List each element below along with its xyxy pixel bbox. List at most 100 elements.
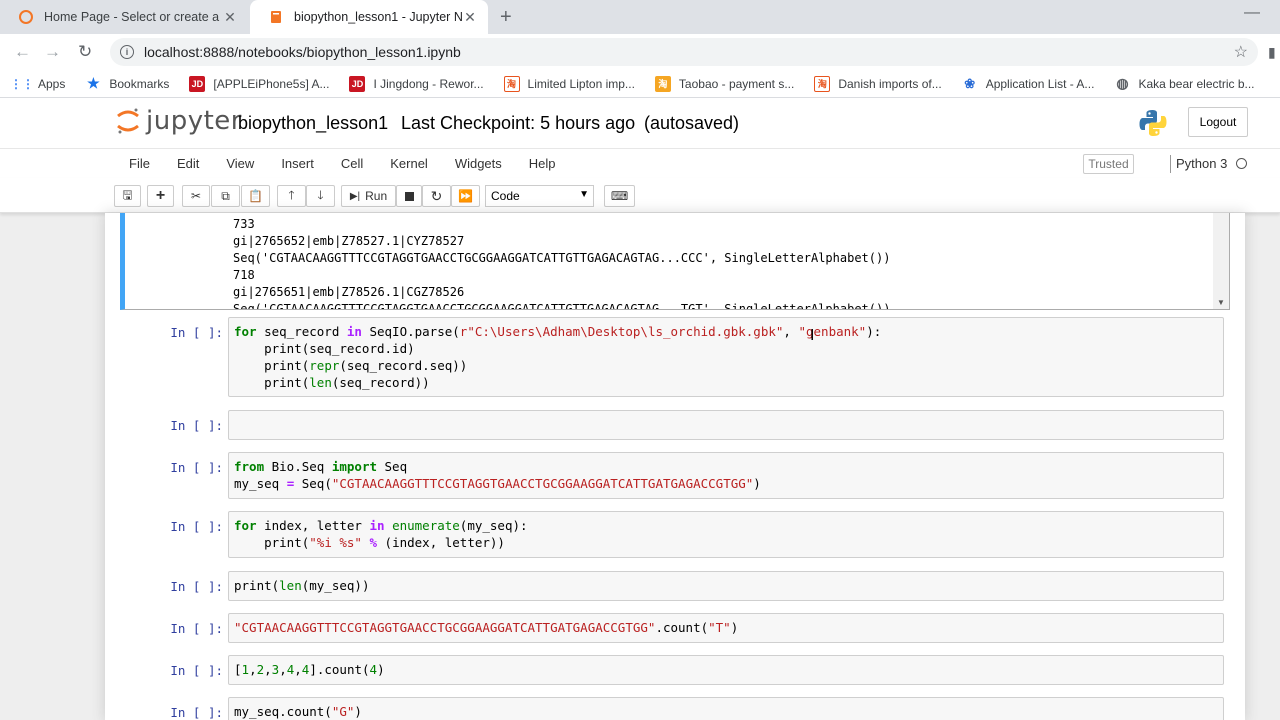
close-tab-icon[interactable]: ✕ (462, 9, 478, 26)
restart-button[interactable]: ↻ (422, 185, 451, 207)
code-token: ) (377, 662, 385, 677)
code-token: from (234, 459, 265, 474)
move-up-button[interactable]: 🡑 (277, 185, 306, 207)
bookmark-taobao[interactable]: 淘 Taobao - payment s... (654, 75, 794, 92)
cell-type-select[interactable]: Code ▼ (485, 185, 594, 207)
cell-input[interactable]: for index, letter in enumerate(my_seq): … (228, 511, 1224, 558)
code-token: ) (753, 476, 761, 491)
bookmark-bookmarks[interactable]: ★ Bookmarks (85, 75, 169, 92)
output-text: 733 gi|2765652|emb|Z78527.1|CYZ78527 Seq… (233, 216, 891, 310)
code-token: print( (234, 578, 280, 593)
output-line: Seq('CGTAACAAGGTTTCCGTAGGTGAACCTGCGGAAGG… (233, 302, 891, 310)
jupyter-logo-text: jupyter (146, 106, 242, 136)
code-token: [ (234, 662, 242, 677)
menu-file[interactable]: File (129, 156, 150, 171)
menu-edit[interactable]: Edit (177, 156, 199, 171)
minimize-window-icon[interactable]: — (1244, 4, 1260, 22)
code-token: Bio.Seq (264, 459, 332, 474)
code-token: print( (234, 375, 310, 390)
run-button[interactable]: ▶| Run (341, 185, 396, 207)
insert-cell-button[interactable]: + (147, 185, 174, 207)
cell-prompt: In [ ]: (170, 519, 223, 534)
cell-input[interactable]: print(len(my_seq)) (228, 571, 1224, 601)
code-token: ) (730, 620, 739, 635)
menu-kernel[interactable]: Kernel (390, 156, 428, 171)
output-line: 718 (233, 268, 255, 282)
menu-view[interactable]: View (226, 156, 254, 171)
code-token: print( (234, 358, 310, 373)
notebook-name[interactable]: biopython_lesson1 (238, 113, 388, 134)
code-token: my_seq (234, 476, 287, 491)
notebook-favicon-icon (271, 11, 281, 23)
menu-cell[interactable]: Cell (341, 156, 363, 171)
tab-home-page[interactable]: Home Page - Select or create a n ✕ (0, 0, 248, 34)
site-info-icon[interactable]: i (120, 45, 134, 59)
move-down-button[interactable]: 🡓 (306, 185, 335, 207)
cut-button[interactable]: ✂ (182, 185, 210, 207)
url-text: localhost:8888/notebooks/biopython_lesso… (144, 44, 461, 60)
output-line: 733 (233, 217, 255, 231)
menu-widgets[interactable]: Widgets (455, 156, 502, 171)
fast-forward-icon: ⏩ (458, 189, 473, 203)
new-tab-icon[interactable]: + (500, 7, 512, 27)
text-cursor-icon: I (810, 327, 815, 344)
notebook-container: 733 gi|2765652|emb|Z78527.1|CYZ78527 Seq… (105, 213, 1245, 720)
code-token: Seq( (294, 476, 332, 491)
cell-prompt: In [ ]: (170, 325, 223, 340)
interrupt-button[interactable] (396, 185, 422, 207)
cell-input[interactable] (228, 410, 1224, 440)
address-bar[interactable]: i localhost:8888/notebooks/biopython_les… (110, 38, 1258, 66)
kernel-name[interactable]: Python 3 (1176, 156, 1227, 171)
apps-grid-icon: ⋮⋮ (10, 76, 34, 91)
reload-icon[interactable]: ↻ (78, 42, 92, 62)
cell-input[interactable]: my_seq.count("G") (228, 697, 1224, 720)
cell-input[interactable]: [1,2,3,4,4].count(4) (228, 655, 1224, 685)
scroll-down-icon[interactable]: ▼ (1217, 298, 1225, 307)
copy-button[interactable]: ⧉ (211, 185, 240, 207)
cell-prompt: In [ ]: (170, 579, 223, 594)
bookmark-label: [APPLEiPhone5s] A... (213, 76, 330, 91)
extension-icon[interactable]: ▮ (1268, 44, 1276, 61)
paste-icon: 📋 (248, 189, 263, 203)
checkpoint-status: Last Checkpoint: 5 hours ago (401, 113, 636, 133)
cell-input[interactable]: "CGTAACAAGGTTTCCGTAGGTGAACCTGCGGAAGGATCA… (228, 613, 1224, 643)
code-token: (seq_record)) (331, 375, 430, 390)
save-button[interactable]: 🖫 (114, 185, 141, 207)
cell-input[interactable]: from Bio.Seq import Seq my_seq = Seq("CG… (228, 452, 1224, 499)
code-token: "G" (331, 704, 355, 719)
forward-arrow-icon[interactable]: → (44, 42, 61, 62)
code-token: (seq_record.seq)) (339, 358, 468, 373)
trusted-badge[interactable]: Trusted (1083, 154, 1134, 174)
restart-run-all-button[interactable]: ⏩ (451, 185, 480, 207)
jupyter-logo[interactable]: jupyter (116, 106, 242, 136)
bookmark-kaka[interactable]: ◍ Kaka bear electric b... (1114, 75, 1255, 92)
cell-input[interactable]: for seq_record in SeqIO.parse(r"C:\Users… (228, 317, 1224, 397)
kernel-separator (1170, 155, 1171, 173)
bookmark-jingdong[interactable]: JD I Jingdong - Rewor... (349, 75, 484, 92)
cell-type-value: Code (491, 189, 520, 203)
output-scrollbar[interactable]: ▼ (1213, 213, 1229, 309)
command-palette-button[interactable]: ⌨ (604, 185, 635, 207)
back-arrow-icon[interactable]: ← (14, 42, 31, 62)
bookmark-application-list[interactable]: ❀ Application List - A... (962, 76, 1094, 92)
run-label: Run (365, 189, 388, 203)
bookmark-label: Kaka bear electric b... (1138, 76, 1255, 91)
logout-button[interactable]: Logout (1188, 107, 1248, 137)
cell-prompt: In [ ]: (170, 418, 223, 433)
bookmark-danish[interactable]: 淘 Danish imports of... (814, 75, 942, 92)
menu-insert[interactable]: Insert (281, 156, 314, 171)
code-token: "T" (708, 620, 731, 635)
code-token: (index, letter)) (377, 535, 505, 550)
menu-help[interactable]: Help (529, 156, 556, 171)
bookmark-apps[interactable]: ⋮⋮ Apps (10, 76, 65, 92)
jupyter-logo-icon (117, 108, 139, 134)
bookmark-iphone[interactable]: JD [APPLEiPhone5s] A... (189, 75, 330, 92)
paste-button[interactable]: 📋 (241, 185, 270, 207)
tab-notebook[interactable]: biopython_lesson1 - Jupyter Not ✕ (250, 0, 488, 34)
close-tab-icon[interactable]: ✕ (222, 9, 238, 26)
bookmark-star-icon[interactable]: ☆ (1234, 42, 1248, 62)
output-line: gi|2765652|emb|Z78527.1|CYZ78527 (233, 234, 465, 248)
keyboard-icon: ⌨ (610, 189, 629, 203)
bookmark-lipton[interactable]: 淘 Limited Lipton imp... (503, 75, 635, 92)
output-area[interactable]: 733 gi|2765652|emb|Z78527.1|CYZ78527 Seq… (120, 213, 1230, 310)
